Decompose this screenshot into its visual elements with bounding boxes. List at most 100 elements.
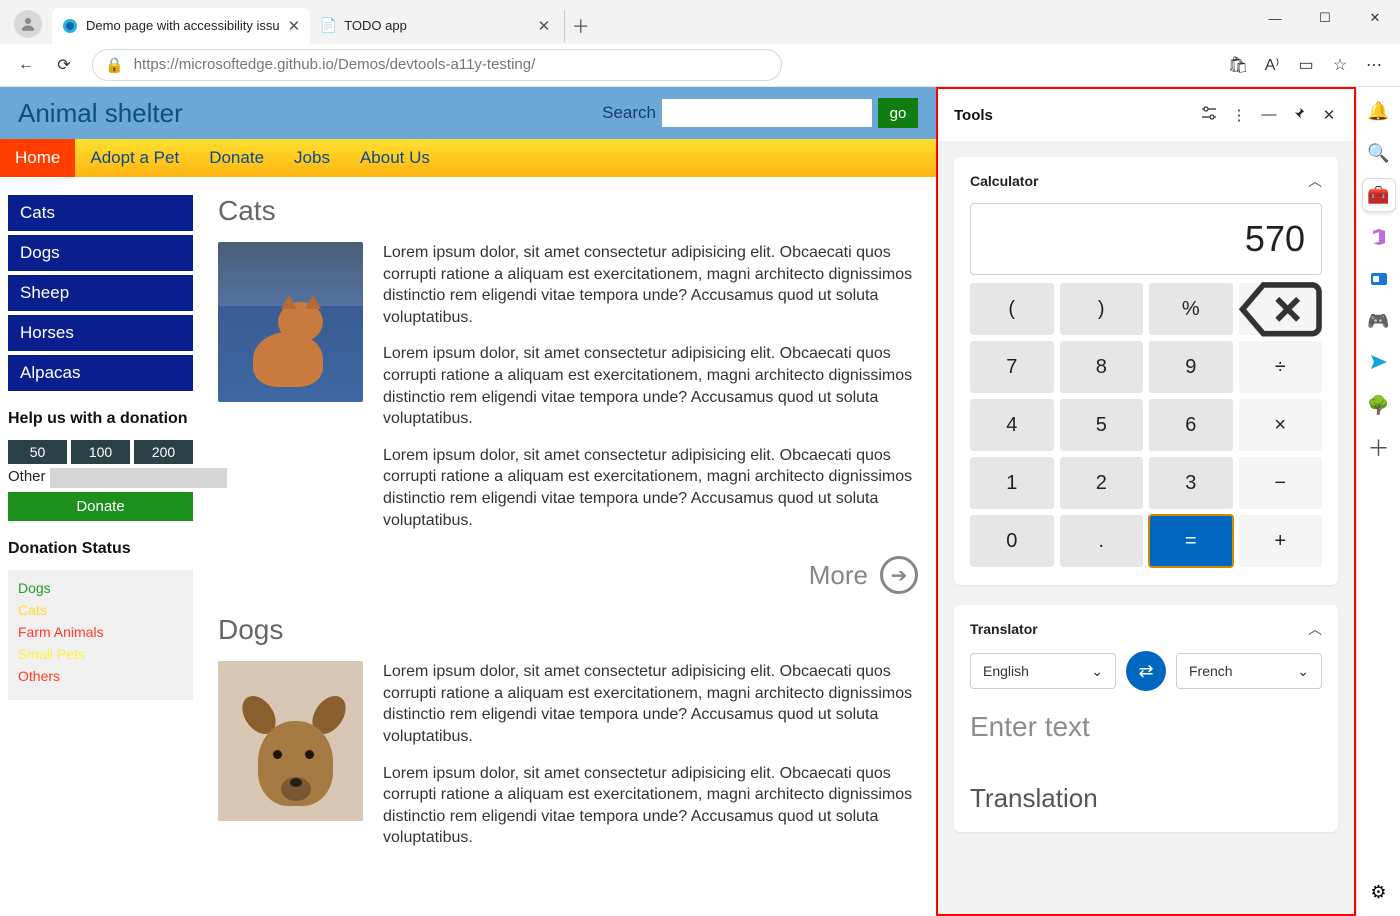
tab-demo-page[interactable]: Demo page with accessibility issu ✕ <box>52 8 310 44</box>
calc-key-9[interactable]: 9 <box>1149 341 1233 393</box>
nav-about[interactable]: About Us <box>345 139 445 177</box>
maximize-button[interactable]: ☐ <box>1300 0 1350 36</box>
more-link-cats[interactable]: More ➔ <box>218 556 918 594</box>
office-icon[interactable] <box>1363 221 1395 253</box>
games-icon[interactable]: 🎮 <box>1363 305 1395 337</box>
donation-100[interactable]: 100 <box>71 440 130 464</box>
calc-key-6[interactable]: 6 <box>1149 399 1233 451</box>
more-menu-icon[interactable]: ⋯ <box>1358 49 1390 81</box>
edge-favicon <box>62 18 78 34</box>
status-heading: Donation Status <box>8 539 193 560</box>
tools-body[interactable]: Calculator ︿ 570 ()%789÷456×123−0.=+ Tra… <box>938 141 1354 914</box>
calc-key-backspace[interactable] <box>1239 283 1323 335</box>
translator-to-label: French <box>1189 663 1233 679</box>
nav-donate[interactable]: Donate <box>194 139 279 177</box>
calc-key-2[interactable]: 2 <box>1060 457 1144 509</box>
calc-key-plus[interactable]: + <box>1239 515 1323 567</box>
toolbar: ← ⟳ 🔒 https://microsoftedge.github.io/De… <box>0 44 1400 87</box>
send-icon[interactable] <box>1363 347 1395 379</box>
calc-key-divide[interactable]: ÷ <box>1239 341 1323 393</box>
calc-key-equals[interactable]: = <box>1149 515 1233 567</box>
sidebar-item-alpacas[interactable]: Alpacas <box>8 355 193 391</box>
tools-pin-icon[interactable] <box>1290 106 1308 124</box>
sidebar-item-dogs[interactable]: Dogs <box>8 235 193 271</box>
calc-key-1[interactable]: 1 <box>970 457 1054 509</box>
add-sidebar-icon[interactable]: ＋ <box>1363 431 1395 463</box>
translator-input-placeholder[interactable]: Enter text <box>970 711 1322 743</box>
minimize-button[interactable]: — <box>1250 0 1300 36</box>
refresh-button[interactable]: ⟳ <box>48 49 80 81</box>
chevron-down-icon: ⌄ <box>1091 663 1103 680</box>
calculator-display: 570 <box>970 203 1322 275</box>
main-nav: Home Adopt a Pet Donate Jobs About Us <box>0 139 936 177</box>
tools-more-icon[interactable]: ⋮ <box>1230 106 1248 124</box>
tools-title: Tools <box>954 107 993 124</box>
chevron-down-icon: ⌄ <box>1297 663 1309 680</box>
address-bar[interactable]: 🔒 https://microsoftedge.github.io/Demos/… <box>92 49 782 81</box>
back-button[interactable]: ← <box>10 49 42 81</box>
go-button[interactable]: go <box>878 98 918 128</box>
calc-key-3[interactable]: 3 <box>1149 457 1233 509</box>
calc-key-percent[interactable]: % <box>1149 283 1233 335</box>
chevron-up-icon[interactable]: ︿ <box>1308 619 1322 639</box>
tools-settings-icon[interactable] <box>1200 106 1218 124</box>
article-paragraph: Lorem ipsum dolor, sit amet consectetur … <box>383 445 918 531</box>
nav-jobs[interactable]: Jobs <box>279 139 345 177</box>
tools-header: Tools ⋮ — ✕ <box>938 89 1354 141</box>
more-label: More <box>809 560 868 591</box>
url-text: https://microsoftedge.github.io/Demos/de… <box>134 56 536 73</box>
donation-200[interactable]: 200 <box>134 440 193 464</box>
close-icon[interactable]: ✕ <box>538 17 551 35</box>
calc-key-multiply[interactable]: × <box>1239 399 1323 451</box>
search-input[interactable] <box>662 99 872 127</box>
donate-button[interactable]: Donate <box>8 492 193 521</box>
read-aloud-icon[interactable]: A⁾ <box>1256 49 1288 81</box>
translator-swap-button[interactable]: ⇄ <box>1126 651 1166 691</box>
search-icon[interactable]: 🔍 <box>1363 137 1395 169</box>
tools-icon[interactable]: 🧰 <box>1363 179 1395 211</box>
page-title: Animal shelter <box>18 98 183 129</box>
calculator-keypad: ()% 789÷ 456× 123− 0.=+ <box>970 283 1322 567</box>
tools-minimize-icon[interactable]: — <box>1260 106 1278 124</box>
status-dogs: Dogs <box>18 580 183 596</box>
tools-close-icon[interactable]: ✕ <box>1320 106 1338 124</box>
profile-avatar[interactable] <box>14 10 42 38</box>
sidebar-item-cats[interactable]: Cats <box>8 195 193 231</box>
close-icon[interactable]: ✕ <box>288 17 301 35</box>
settings-icon[interactable]: ⚙ <box>1363 876 1395 908</box>
notifications-icon[interactable]: 🔔 <box>1363 95 1395 127</box>
tree-icon[interactable]: 🌳 <box>1363 389 1395 421</box>
shopping-icon[interactable]: 🛍 <box>1222 49 1254 81</box>
calc-key-4[interactable]: 4 <box>970 399 1054 451</box>
calc-key-minus[interactable]: − <box>1239 457 1323 509</box>
tab-title: Demo page with accessibility issu <box>86 18 280 33</box>
new-tab-button[interactable]: ＋ <box>564 10 596 42</box>
calc-key-decimal[interactable]: . <box>1060 515 1144 567</box>
calc-key-0[interactable]: 0 <box>970 515 1054 567</box>
nav-home[interactable]: Home <box>0 139 75 177</box>
sidebar-item-sheep[interactable]: Sheep <box>8 275 193 311</box>
tab-todo-app[interactable]: 📄 TODO app ✕ <box>310 8 560 44</box>
page-scroll[interactable]: Animal shelter Search go Home Adopt a Pe… <box>0 87 936 916</box>
arrow-right-icon: ➔ <box>880 556 918 594</box>
outlook-icon[interactable] <box>1363 263 1395 295</box>
sidebar-item-horses[interactable]: Horses <box>8 315 193 351</box>
chevron-up-icon[interactable]: ︿ <box>1308 171 1322 191</box>
translator-to-select[interactable]: French ⌄ <box>1176 653 1322 689</box>
dog-image <box>218 661 363 821</box>
article-cats: Lorem ipsum dolor, sit amet consectetur … <box>218 242 918 546</box>
status-farm: Farm Animals <box>18 624 183 640</box>
close-window-button[interactable]: ✕ <box>1350 0 1400 36</box>
calc-key-5[interactable]: 5 <box>1060 399 1144 451</box>
reading-icon[interactable]: ▭ <box>1290 49 1322 81</box>
calc-key-paren-close[interactable]: ) <box>1060 283 1144 335</box>
translator-from-select[interactable]: English ⌄ <box>970 653 1116 689</box>
window-controls: — ☐ ✕ <box>1250 0 1400 36</box>
calc-key-8[interactable]: 8 <box>1060 341 1144 393</box>
calc-key-7[interactable]: 7 <box>970 341 1054 393</box>
donation-50[interactable]: 50 <box>8 440 67 464</box>
calc-key-paren-open[interactable]: ( <box>970 283 1054 335</box>
nav-adopt[interactable]: Adopt a Pet <box>75 139 194 177</box>
favorites-icon[interactable]: ☆ <box>1324 49 1356 81</box>
donation-other-input[interactable] <box>50 468 227 488</box>
